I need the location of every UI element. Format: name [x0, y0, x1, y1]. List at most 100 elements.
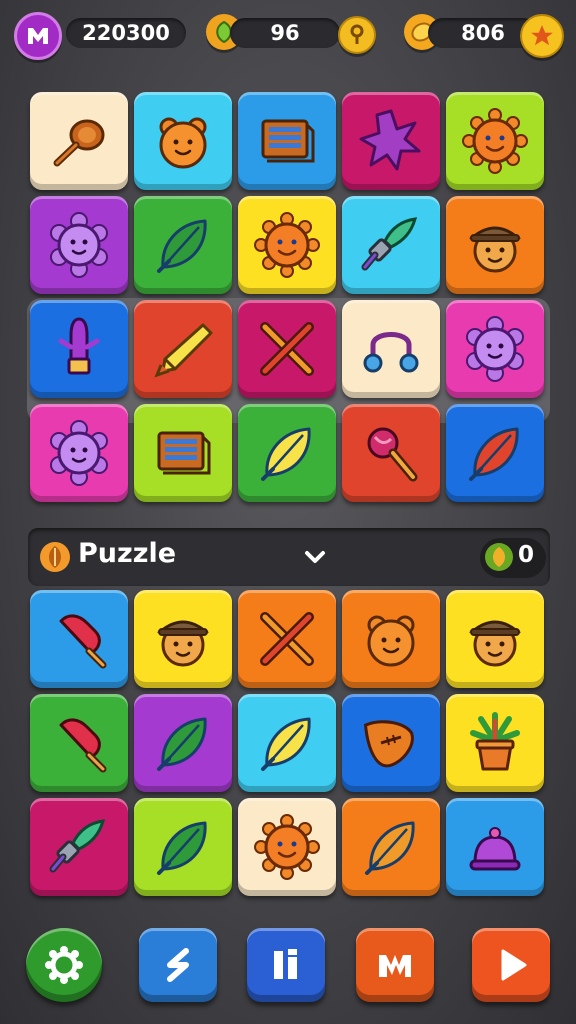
gems-display: 96 [230, 18, 340, 48]
puzzle-title: Puzzle [78, 538, 177, 569]
crossed-pencils-icon [260, 612, 314, 666]
tray-tile[interactable] [134, 798, 232, 896]
book-icon [157, 431, 211, 475]
lollipop-icon [367, 427, 418, 482]
tray-tile[interactable] [134, 694, 232, 792]
star-button[interactable] [520, 14, 564, 58]
sun-face-icon [254, 814, 320, 880]
board-tile[interactable] [238, 300, 336, 398]
leaf-icon [469, 427, 519, 481]
board-tile[interactable] [446, 196, 544, 294]
tray-tile[interactable] [238, 590, 336, 688]
key-icon [350, 24, 364, 44]
m-icon [379, 955, 411, 977]
settings-icon [45, 946, 83, 984]
play-icon [501, 949, 527, 981]
star-burst-icon [359, 109, 421, 171]
tray-tile[interactable] [446, 694, 544, 792]
tray-tile[interactable] [446, 798, 544, 896]
s-icon [167, 948, 189, 982]
hat-face-icon [468, 620, 522, 667]
board-tile[interactable] [446, 404, 544, 502]
hat-face-icon [156, 620, 210, 667]
board-tile[interactable] [30, 300, 128, 398]
sun-face-icon [462, 108, 528, 174]
pause-icon [274, 949, 297, 979]
board-tile[interactable] [446, 300, 544, 398]
tray-tile[interactable] [238, 798, 336, 896]
leaf-icon [261, 427, 311, 481]
puzzle-count-value: 0 [518, 542, 535, 568]
teddy-face-icon [367, 615, 415, 667]
tile-grid-top [30, 92, 550, 502]
board-tile[interactable] [134, 196, 232, 294]
tray-tile[interactable] [342, 694, 440, 792]
board-tile[interactable] [134, 404, 232, 502]
board-tile[interactable] [30, 196, 128, 294]
board-tile[interactable] [30, 404, 128, 502]
tile-grid-bottom [30, 590, 550, 896]
seed-icon [40, 542, 70, 572]
gems-value: 96 [270, 21, 300, 45]
headphones-icon [363, 332, 419, 373]
tray-tile[interactable] [30, 694, 128, 792]
hat-face-icon [468, 226, 522, 273]
board-tile[interactable] [446, 92, 544, 190]
settings-button[interactable] [26, 928, 102, 1002]
tray-tile[interactable] [30, 590, 128, 688]
board-tile[interactable] [342, 196, 440, 294]
top-hud: 220300 96 806 [0, 10, 576, 60]
brush-icon [49, 819, 106, 873]
sun-face-icon [254, 212, 320, 278]
board-tile[interactable] [238, 196, 336, 294]
tray-tile[interactable] [30, 798, 128, 896]
coins-value: 806 [461, 21, 505, 45]
m-logo-icon [28, 28, 48, 44]
leaf-icon [157, 821, 207, 875]
board-tile[interactable] [238, 404, 336, 502]
shuffle-button[interactable] [139, 928, 217, 1002]
tray-tile[interactable] [342, 798, 440, 896]
leaf-icon [365, 821, 415, 875]
star-icon [531, 25, 553, 46]
tray-tile[interactable] [446, 590, 544, 688]
bell-icon [469, 827, 521, 871]
football-icon [363, 720, 414, 768]
frying-pan-icon [53, 119, 105, 167]
flower-face-icon [50, 420, 108, 486]
popsicle-icon [59, 614, 107, 669]
tray-tile[interactable] [238, 694, 336, 792]
popsicle-icon [59, 718, 107, 773]
tray-tile[interactable] [342, 590, 440, 688]
leaf-icon [157, 717, 207, 771]
key-button[interactable] [338, 16, 376, 54]
board-tile[interactable] [342, 300, 440, 398]
level-button[interactable] [356, 928, 434, 1002]
tray-tile[interactable] [134, 590, 232, 688]
crayon-icon [58, 317, 100, 375]
brush-icon [361, 217, 418, 271]
board-tile[interactable] [238, 92, 336, 190]
pencil-icon [154, 323, 213, 378]
puzzle-counter: 0 [480, 538, 546, 578]
board-tile[interactable] [342, 404, 440, 502]
board-tile[interactable] [134, 92, 232, 190]
potted-plant-icon [470, 712, 520, 771]
crossed-pencils-icon [260, 322, 314, 376]
book-icon [261, 119, 315, 163]
board-tile[interactable] [134, 300, 232, 398]
score-value: 220300 [82, 21, 170, 45]
board-tile[interactable] [30, 92, 128, 190]
play-button[interactable] [472, 928, 550, 1002]
profile-badge[interactable] [14, 12, 62, 60]
chevron-down-icon[interactable] [300, 542, 330, 572]
leaf-gem-icon [485, 543, 513, 571]
puzzle-bar: Puzzle 0 [28, 528, 550, 586]
leaf-icon [157, 219, 207, 273]
leaf-icon [261, 717, 311, 771]
teddy-face-icon [159, 117, 207, 169]
board-tile[interactable] [342, 92, 440, 190]
flower-face-icon [50, 212, 108, 278]
score-display: 220300 [66, 18, 186, 48]
pause-button[interactable] [247, 928, 325, 1002]
